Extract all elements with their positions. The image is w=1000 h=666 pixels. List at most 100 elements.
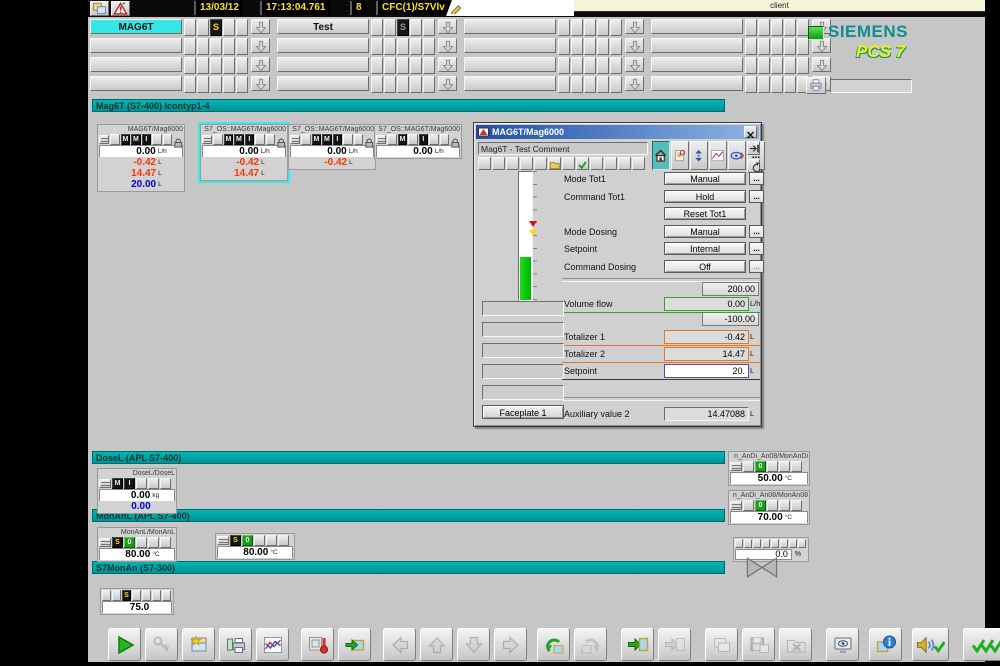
navigate-right-button[interactable] — [494, 628, 527, 661]
block-icon-monanl-2[interactable]: S080.00°C — [215, 533, 295, 560]
picture-back-button[interactable] — [537, 628, 570, 661]
alarm-source-button[interactable] — [90, 76, 182, 91]
alarm-warning-button[interactable] — [111, 1, 130, 16]
block-icon-monanl[interactable]: MonAnL/MonAnLS080.00°C — [97, 527, 177, 562]
navigate-down-button[interactable] — [457, 628, 490, 661]
block-menu-button[interactable] — [99, 479, 111, 488]
block-menu-button[interactable] — [730, 501, 742, 510]
page-down-arrow-button[interactable] — [625, 38, 644, 53]
memo-10-button[interactable] — [604, 157, 617, 170]
window-arrange-button[interactable] — [705, 628, 738, 661]
picture-recall-button[interactable] — [658, 628, 691, 661]
alarm-source-button[interactable]: MAG6T — [90, 19, 182, 34]
picture-info-button[interactable] — [869, 628, 902, 661]
more-options-button[interactable]: ... — [749, 190, 764, 203]
picture-store-button[interactable] — [621, 628, 654, 661]
dock-window-button[interactable] — [747, 141, 760, 155]
alarm-source-button[interactable] — [651, 57, 743, 72]
page-down-arrow-button[interactable] — [438, 19, 457, 34]
valve-symbol[interactable] — [746, 556, 778, 584]
more-options-button[interactable]: ... — [749, 260, 764, 273]
page-down-arrow-button[interactable] — [251, 19, 270, 34]
ack-button[interactable] — [576, 157, 589, 170]
alarm-source-button[interactable]: Test — [277, 19, 369, 34]
block-menu-button[interactable] — [217, 536, 229, 545]
memo-9-button[interactable] — [590, 157, 603, 170]
page-down-arrow-button[interactable] — [625, 76, 644, 91]
block-menu-button[interactable] — [730, 462, 742, 471]
loop-view-button[interactable] — [671, 141, 689, 170]
block-menu-button[interactable] — [290, 135, 300, 144]
page-down-arrow-button[interactable] — [438, 38, 457, 53]
refresh-loop-button[interactable] — [747, 159, 760, 173]
memo-3-button[interactable] — [506, 157, 519, 170]
page-down-arrow-button[interactable] — [251, 38, 270, 53]
more-options-button[interactable]: ... — [749, 172, 764, 185]
block-icon-mag6t-os[interactable]: S7_OS::MAG6T/Mag6000MMI0.00L/h-0.42L14.4… — [200, 124, 288, 181]
alarm-source-button[interactable] — [651, 38, 743, 53]
page-down-arrow-button[interactable] — [251, 57, 270, 72]
alarm-source-button[interactable] — [464, 19, 556, 34]
block-icon-s7monan[interactable]: S75.0 — [100, 588, 174, 615]
memo-12-button[interactable] — [632, 157, 645, 170]
process-picture-button[interactable] — [301, 628, 334, 661]
monitor-select-button[interactable] — [826, 628, 859, 661]
block-icon-dosel[interactable]: DoseL/DoseLMI0.00kg0.00 — [97, 468, 177, 514]
block-icon-mag6t[interactable]: MAG6T/Mag6000MMI0.00L/h-0.42L14.47L20.00… — [97, 124, 185, 192]
command-dosing-button[interactable]: Off — [664, 260, 746, 273]
alarm-source-button[interactable] — [90, 57, 182, 72]
faceplate-titlebar[interactable]: MAG6T/Mag6000 — [476, 125, 759, 139]
picture-change-button[interactable] — [338, 628, 371, 661]
block-icon-monan08[interactable]: n_AnDi_An08/MonAn08070.00°C — [728, 490, 810, 525]
setpoint-input[interactable]: 20. — [664, 364, 749, 378]
faceplate1-button[interactable]: Faceplate 1 — [482, 405, 564, 419]
reset-tot1-button[interactable]: Reset Tot1 — [664, 207, 746, 220]
horn-acknowledge-button[interactable] — [912, 628, 949, 661]
page-down-arrow-button[interactable] — [251, 76, 270, 91]
setpoint-button[interactable]: Internal — [664, 242, 746, 255]
limits-view-button[interactable] — [690, 141, 708, 170]
memo-4-button[interactable] — [520, 157, 533, 170]
runtime-start-button[interactable] — [108, 628, 141, 661]
memo-5-button[interactable] — [534, 157, 547, 170]
trend-view-button[interactable] — [709, 141, 727, 170]
ramp-view-button[interactable] — [728, 141, 746, 170]
block-icon-monandi[interactable]: n_AnDi_An08/MonAnDi050.00°C — [728, 451, 810, 486]
home-view-button[interactable] — [652, 141, 670, 170]
page-down-arrow-button[interactable] — [438, 57, 457, 72]
trend-display-button[interactable] — [256, 628, 289, 661]
memo-7-button[interactable] — [562, 157, 575, 170]
alarm-source-button[interactable] — [651, 76, 743, 91]
block-menu-button[interactable] — [99, 538, 111, 547]
memo-1-button[interactable] — [478, 157, 491, 170]
batch-button[interactable] — [548, 157, 561, 170]
acknowledge-all-button[interactable] — [963, 628, 1000, 661]
alarm-source-button[interactable] — [277, 57, 369, 72]
signature-tab[interactable] — [446, 0, 574, 16]
block-menu-button[interactable] — [202, 135, 212, 144]
alarm-source-button[interactable] — [90, 38, 182, 53]
print-screen-button[interactable] — [806, 77, 826, 94]
report-print-button[interactable] — [219, 628, 252, 661]
page-down-arrow-button[interactable] — [625, 57, 644, 72]
picture-forward-button[interactable] — [574, 628, 607, 661]
close-button[interactable] — [744, 126, 757, 138]
alarm-source-button[interactable] — [651, 19, 743, 34]
page-down-arrow-button[interactable] — [438, 76, 457, 91]
more-options-button[interactable]: ... — [749, 242, 764, 255]
alarm-source-button[interactable] — [277, 38, 369, 53]
delete-arrangement-button[interactable] — [779, 628, 812, 661]
block-icon-mag6t-os-2[interactable]: S7_OS::MAG6T/Mag6000MMI0.00L/h-0.42L — [288, 124, 376, 170]
command-tot1-button[interactable]: Hold — [664, 190, 746, 203]
block-menu-button[interactable] — [99, 135, 109, 144]
alarm-source-button[interactable] — [464, 76, 556, 91]
save-arrangement-button[interactable] — [742, 628, 775, 661]
more-options-button[interactable]: ... — [749, 225, 764, 238]
memo-11-button[interactable] — [618, 157, 631, 170]
mode-tot1-button[interactable]: Manual — [664, 172, 746, 185]
navigate-up-button[interactable] — [420, 628, 453, 661]
page-down-arrow-button[interactable] — [625, 19, 644, 34]
alarm-source-button[interactable] — [464, 57, 556, 72]
mode-dosing-button[interactable]: Manual — [664, 225, 746, 238]
block-menu-button[interactable] — [376, 135, 386, 144]
